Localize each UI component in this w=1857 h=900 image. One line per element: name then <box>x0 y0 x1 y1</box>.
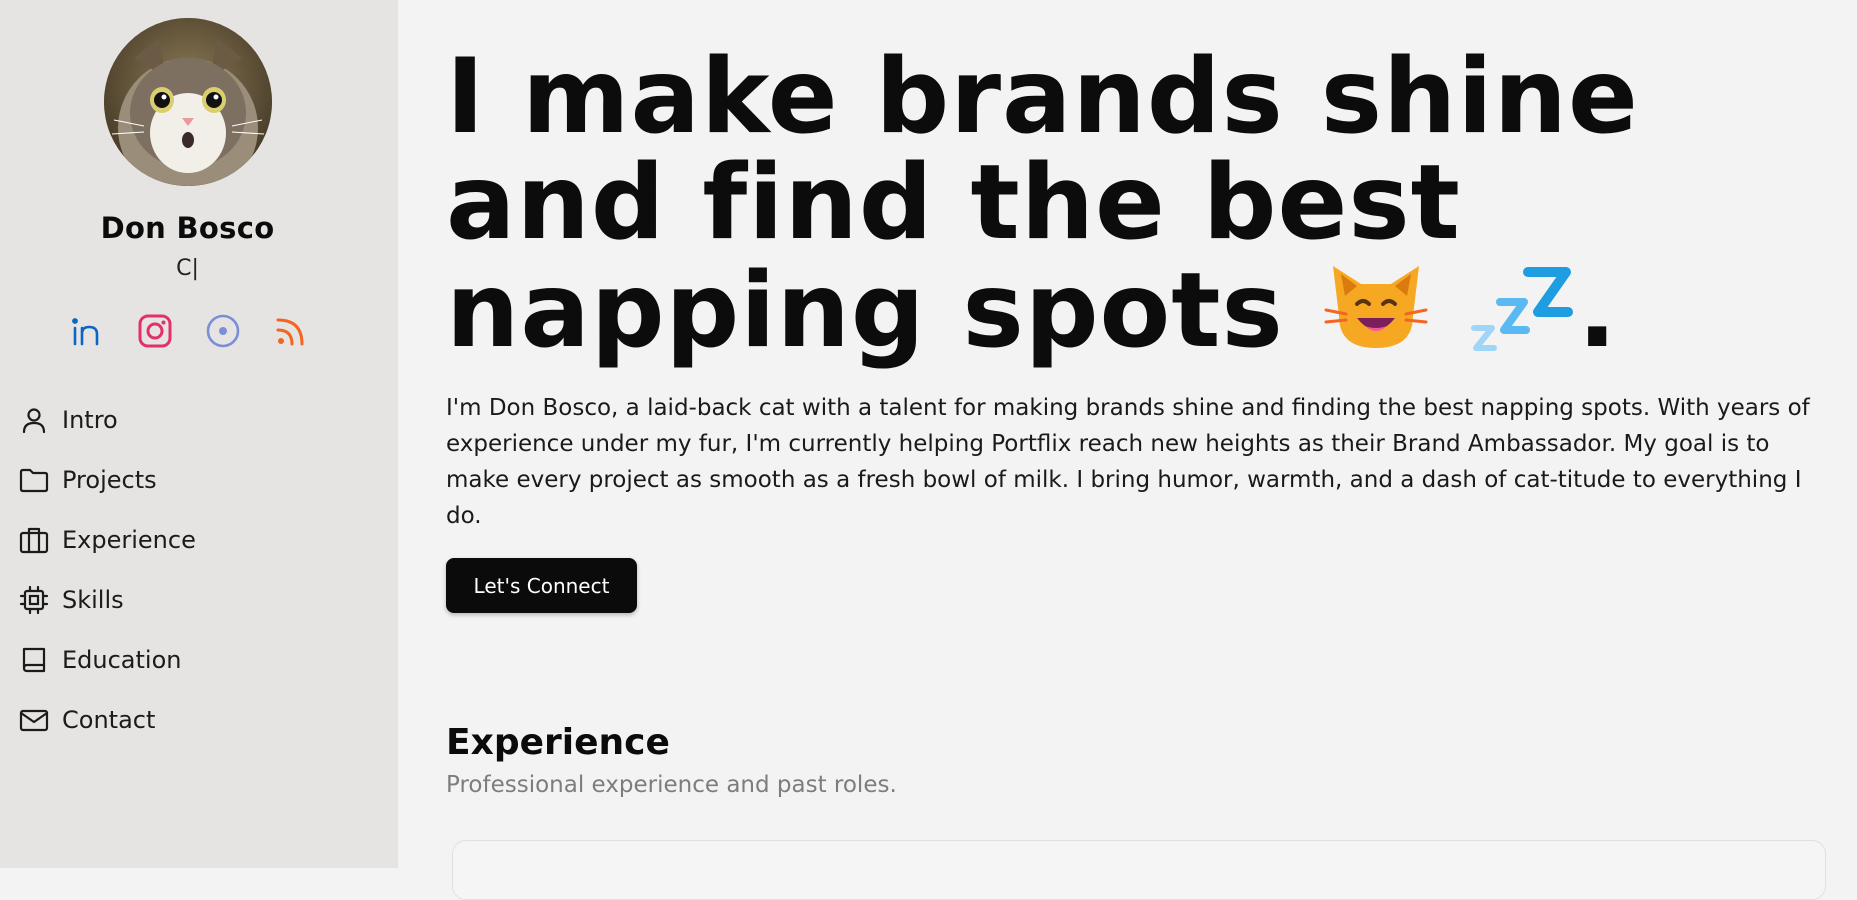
sidebar-item-intro[interactable]: Intro <box>18 390 196 450</box>
sidebar-item-label: Experience <box>62 526 196 554</box>
sidebar-item-label: Skills <box>62 586 124 614</box>
hero-period: . <box>1577 251 1618 371</box>
rss-icon <box>276 318 304 346</box>
sidebar-item-contact[interactable]: Contact <box>18 690 196 750</box>
profile-role: C| <box>176 256 199 281</box>
intro-paragraph: I'm Don Bosco, a laid-back cat with a ta… <box>446 395 1810 529</box>
instagram-icon <box>138 314 172 348</box>
lets-connect-button[interactable]: Let's Connect <box>446 558 637 613</box>
avatar <box>104 18 272 186</box>
sidebar-item-label: Projects <box>62 466 157 494</box>
hero-line-3: napping spots <box>446 251 1284 371</box>
sidebar-item-skills[interactable]: Skills <box>18 570 196 630</box>
folder-icon <box>19 468 49 493</box>
sidebar-item-projects[interactable]: Projects <box>18 450 196 510</box>
hero-heading: I make brands shine and find the best na… <box>446 44 1726 374</box>
experience-card <box>452 840 1826 900</box>
rss-link[interactable] <box>272 312 310 350</box>
user-icon <box>22 408 46 434</box>
sidebar-item-label: Intro <box>62 406 118 434</box>
mail-icon <box>19 709 49 732</box>
cat-face-icon <box>1321 256 1431 374</box>
sidebar: Don Bosco C| Intro Projects Experience S… <box>0 0 398 868</box>
hero-line-1: I make brands shine <box>446 37 1639 157</box>
sidebar-nav: Intro Projects Experience Skills Educati… <box>18 390 196 750</box>
experience-subtitle: Professional experience and past roles. <box>446 772 897 798</box>
zzz-icon <box>1468 266 1578 374</box>
disc-icon <box>206 314 240 348</box>
sidebar-item-education[interactable]: Education <box>18 630 196 690</box>
profile-name: Don Bosco <box>100 211 275 245</box>
linkedin-icon <box>72 318 99 346</box>
disc-link[interactable] <box>204 312 242 350</box>
sidebar-item-label: Contact <box>62 706 156 734</box>
experience-title: Experience <box>446 722 670 763</box>
cat-photo <box>104 18 272 186</box>
book-icon <box>22 647 46 673</box>
instagram-link[interactable] <box>136 312 174 350</box>
social-links <box>68 312 310 350</box>
chip-icon <box>19 585 49 615</box>
sidebar-item-label: Education <box>62 646 182 674</box>
hero-line-2: and find the best <box>446 143 1461 263</box>
linkedin-link[interactable] <box>68 312 106 350</box>
briefcase-icon <box>19 527 49 554</box>
sidebar-item-experience[interactable]: Experience <box>18 510 196 570</box>
